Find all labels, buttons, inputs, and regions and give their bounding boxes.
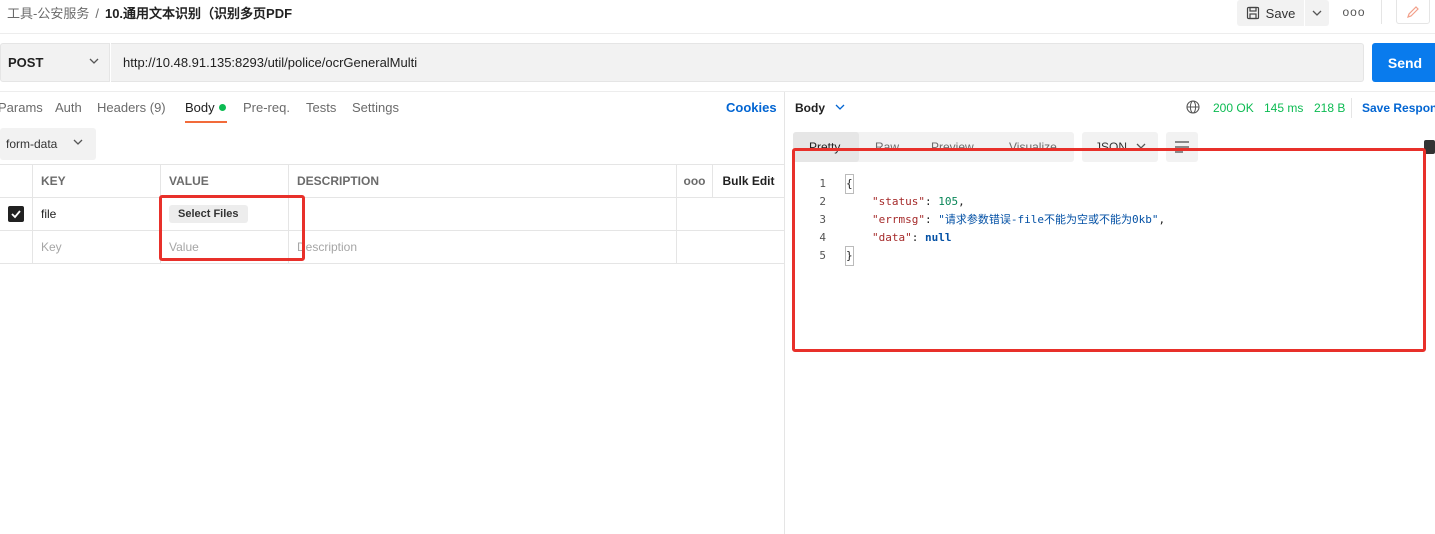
status-code[interactable]: 200 OK xyxy=(1213,101,1254,115)
table-row-new: Key Value Description xyxy=(0,231,784,264)
chevron-down-icon xyxy=(89,58,99,64)
json-open-brace: { xyxy=(845,174,854,194)
save-dropdown-button[interactable] xyxy=(1305,0,1329,26)
body-mode-label: form-data xyxy=(6,137,58,151)
more-icon: ooo xyxy=(683,174,706,188)
row-value-cell: Select Files xyxy=(161,198,289,230)
row-key-input[interactable]: file xyxy=(33,198,161,230)
json-key: "status" xyxy=(872,195,925,208)
wrap-lines-button[interactable] xyxy=(1166,132,1198,162)
response-time[interactable]: 145 ms xyxy=(1264,101,1303,115)
tab-body[interactable]: Body xyxy=(185,100,226,115)
bulk-edit-button[interactable]: Bulk Edit xyxy=(713,165,784,197)
body-mode-select[interactable]: form-data xyxy=(0,128,96,160)
section-divider xyxy=(0,91,1435,92)
toolbar-divider xyxy=(1381,0,1382,24)
method-label: POST xyxy=(8,55,44,70)
json-line-status: "status": 105, xyxy=(872,195,965,208)
chevron-down-icon[interactable] xyxy=(835,104,845,110)
tab-headers[interactable]: Headers (9) xyxy=(97,100,166,115)
breadcrumb: 工具-公安服务 / 10.通用文本识别（识别多页PDF xyxy=(7,3,292,22)
url-text: http://10.48.91.135:8293/util/police/ocr… xyxy=(123,55,418,70)
table-row: file Select Files xyxy=(0,198,784,231)
edit-button[interactable] xyxy=(1396,0,1430,24)
response-view-tabs: Pretty Raw Preview Visualize xyxy=(793,132,1074,162)
method-select[interactable]: POST xyxy=(0,43,110,82)
row-check-cell xyxy=(0,198,33,230)
breadcrumb-separator: / xyxy=(95,6,99,21)
header-key: KEY xyxy=(33,165,161,197)
header-check-cell xyxy=(0,165,33,197)
chevron-down-icon xyxy=(1136,143,1146,149)
response-size[interactable]: 218 B xyxy=(1314,101,1345,115)
active-tab-indicator xyxy=(185,121,227,123)
save-label: Save xyxy=(1265,5,1296,21)
line-number: 3 xyxy=(819,213,826,226)
json-close-brace: } xyxy=(845,246,854,266)
json-key: "data" xyxy=(872,231,912,244)
line-number: 2 xyxy=(819,195,826,208)
response-divider xyxy=(1351,98,1352,118)
json-key: "errmsg" xyxy=(872,213,925,226)
table-options-button[interactable]: ooo xyxy=(677,165,713,197)
more-options-button[interactable]: ooo xyxy=(1342,4,1366,20)
wrap-lines-icon xyxy=(1175,141,1189,153)
tab-params[interactable]: Params xyxy=(0,100,43,115)
format-label: JSON xyxy=(1095,140,1128,154)
tab-body-label: Body xyxy=(185,100,215,115)
line-number: 5 xyxy=(819,249,826,262)
json-value: 105 xyxy=(938,195,959,208)
row-description-input[interactable] xyxy=(289,198,677,230)
tab-visualize[interactable]: Visualize xyxy=(1009,140,1057,154)
pencil-icon xyxy=(1407,5,1419,18)
request-title[interactable]: 10.通用文本识别（识别多页PDF xyxy=(105,6,292,21)
more-icon: ooo xyxy=(1342,5,1366,19)
tab-tests[interactable]: Tests xyxy=(306,100,336,115)
new-value-input[interactable]: Value xyxy=(161,231,289,263)
url-input[interactable]: http://10.48.91.135:8293/util/police/ocr… xyxy=(111,43,1364,82)
json-line-data: "data": null xyxy=(872,231,952,244)
pane-divider[interactable] xyxy=(784,92,785,534)
new-key-input[interactable]: Key xyxy=(33,231,161,263)
table-header-row: KEY VALUE DESCRIPTION ooo Bulk Edit xyxy=(0,164,784,198)
tab-pretty[interactable]: Pretty xyxy=(809,140,840,154)
row-enabled-checkbox[interactable] xyxy=(8,206,24,222)
tab-auth[interactable]: Auth xyxy=(55,100,82,115)
tab-prereq[interactable]: Pre-req. xyxy=(243,100,290,115)
save-response-button[interactable]: Save Respon xyxy=(1362,101,1435,115)
top-bar: 工具-公安服务 / 10.通用文本识别（识别多页PDF Save ooo xyxy=(0,0,1435,34)
tab-raw[interactable]: Raw xyxy=(875,140,899,154)
header-value: VALUE xyxy=(161,165,289,197)
line-number: 4 xyxy=(819,231,826,244)
tab-preview[interactable]: Preview xyxy=(931,140,974,154)
send-button[interactable]: Send xyxy=(1372,43,1435,82)
response-body-select[interactable]: Body xyxy=(795,101,825,115)
annotation-box-response xyxy=(792,148,1426,352)
header-description: DESCRIPTION xyxy=(289,165,677,197)
format-select[interactable]: JSON xyxy=(1082,132,1158,162)
chevron-down-icon xyxy=(1312,10,1322,16)
checkmark-icon xyxy=(11,210,21,219)
new-description-input[interactable]: Description xyxy=(289,231,677,263)
select-files-button[interactable]: Select Files xyxy=(169,205,248,223)
line-number: 1 xyxy=(819,177,826,190)
save-button[interactable]: Save xyxy=(1237,0,1304,26)
save-icon xyxy=(1246,6,1259,20)
json-value: null xyxy=(925,231,952,244)
globe-icon[interactable] xyxy=(1186,100,1200,114)
json-value: "请求参数错误-file不能为空或不能为0kb" xyxy=(938,213,1159,226)
tab-settings[interactable]: Settings xyxy=(352,100,399,115)
breadcrumb-parent[interactable]: 工具-公安服务 xyxy=(7,6,89,21)
copy-icon[interactable] xyxy=(1424,140,1435,154)
json-line-errmsg: "errmsg": "请求参数错误-file不能为空或不能为0kb", xyxy=(872,213,1166,226)
chevron-down-icon xyxy=(73,139,83,145)
cookies-link[interactable]: Cookies xyxy=(726,100,777,115)
body-active-dot xyxy=(218,104,226,111)
